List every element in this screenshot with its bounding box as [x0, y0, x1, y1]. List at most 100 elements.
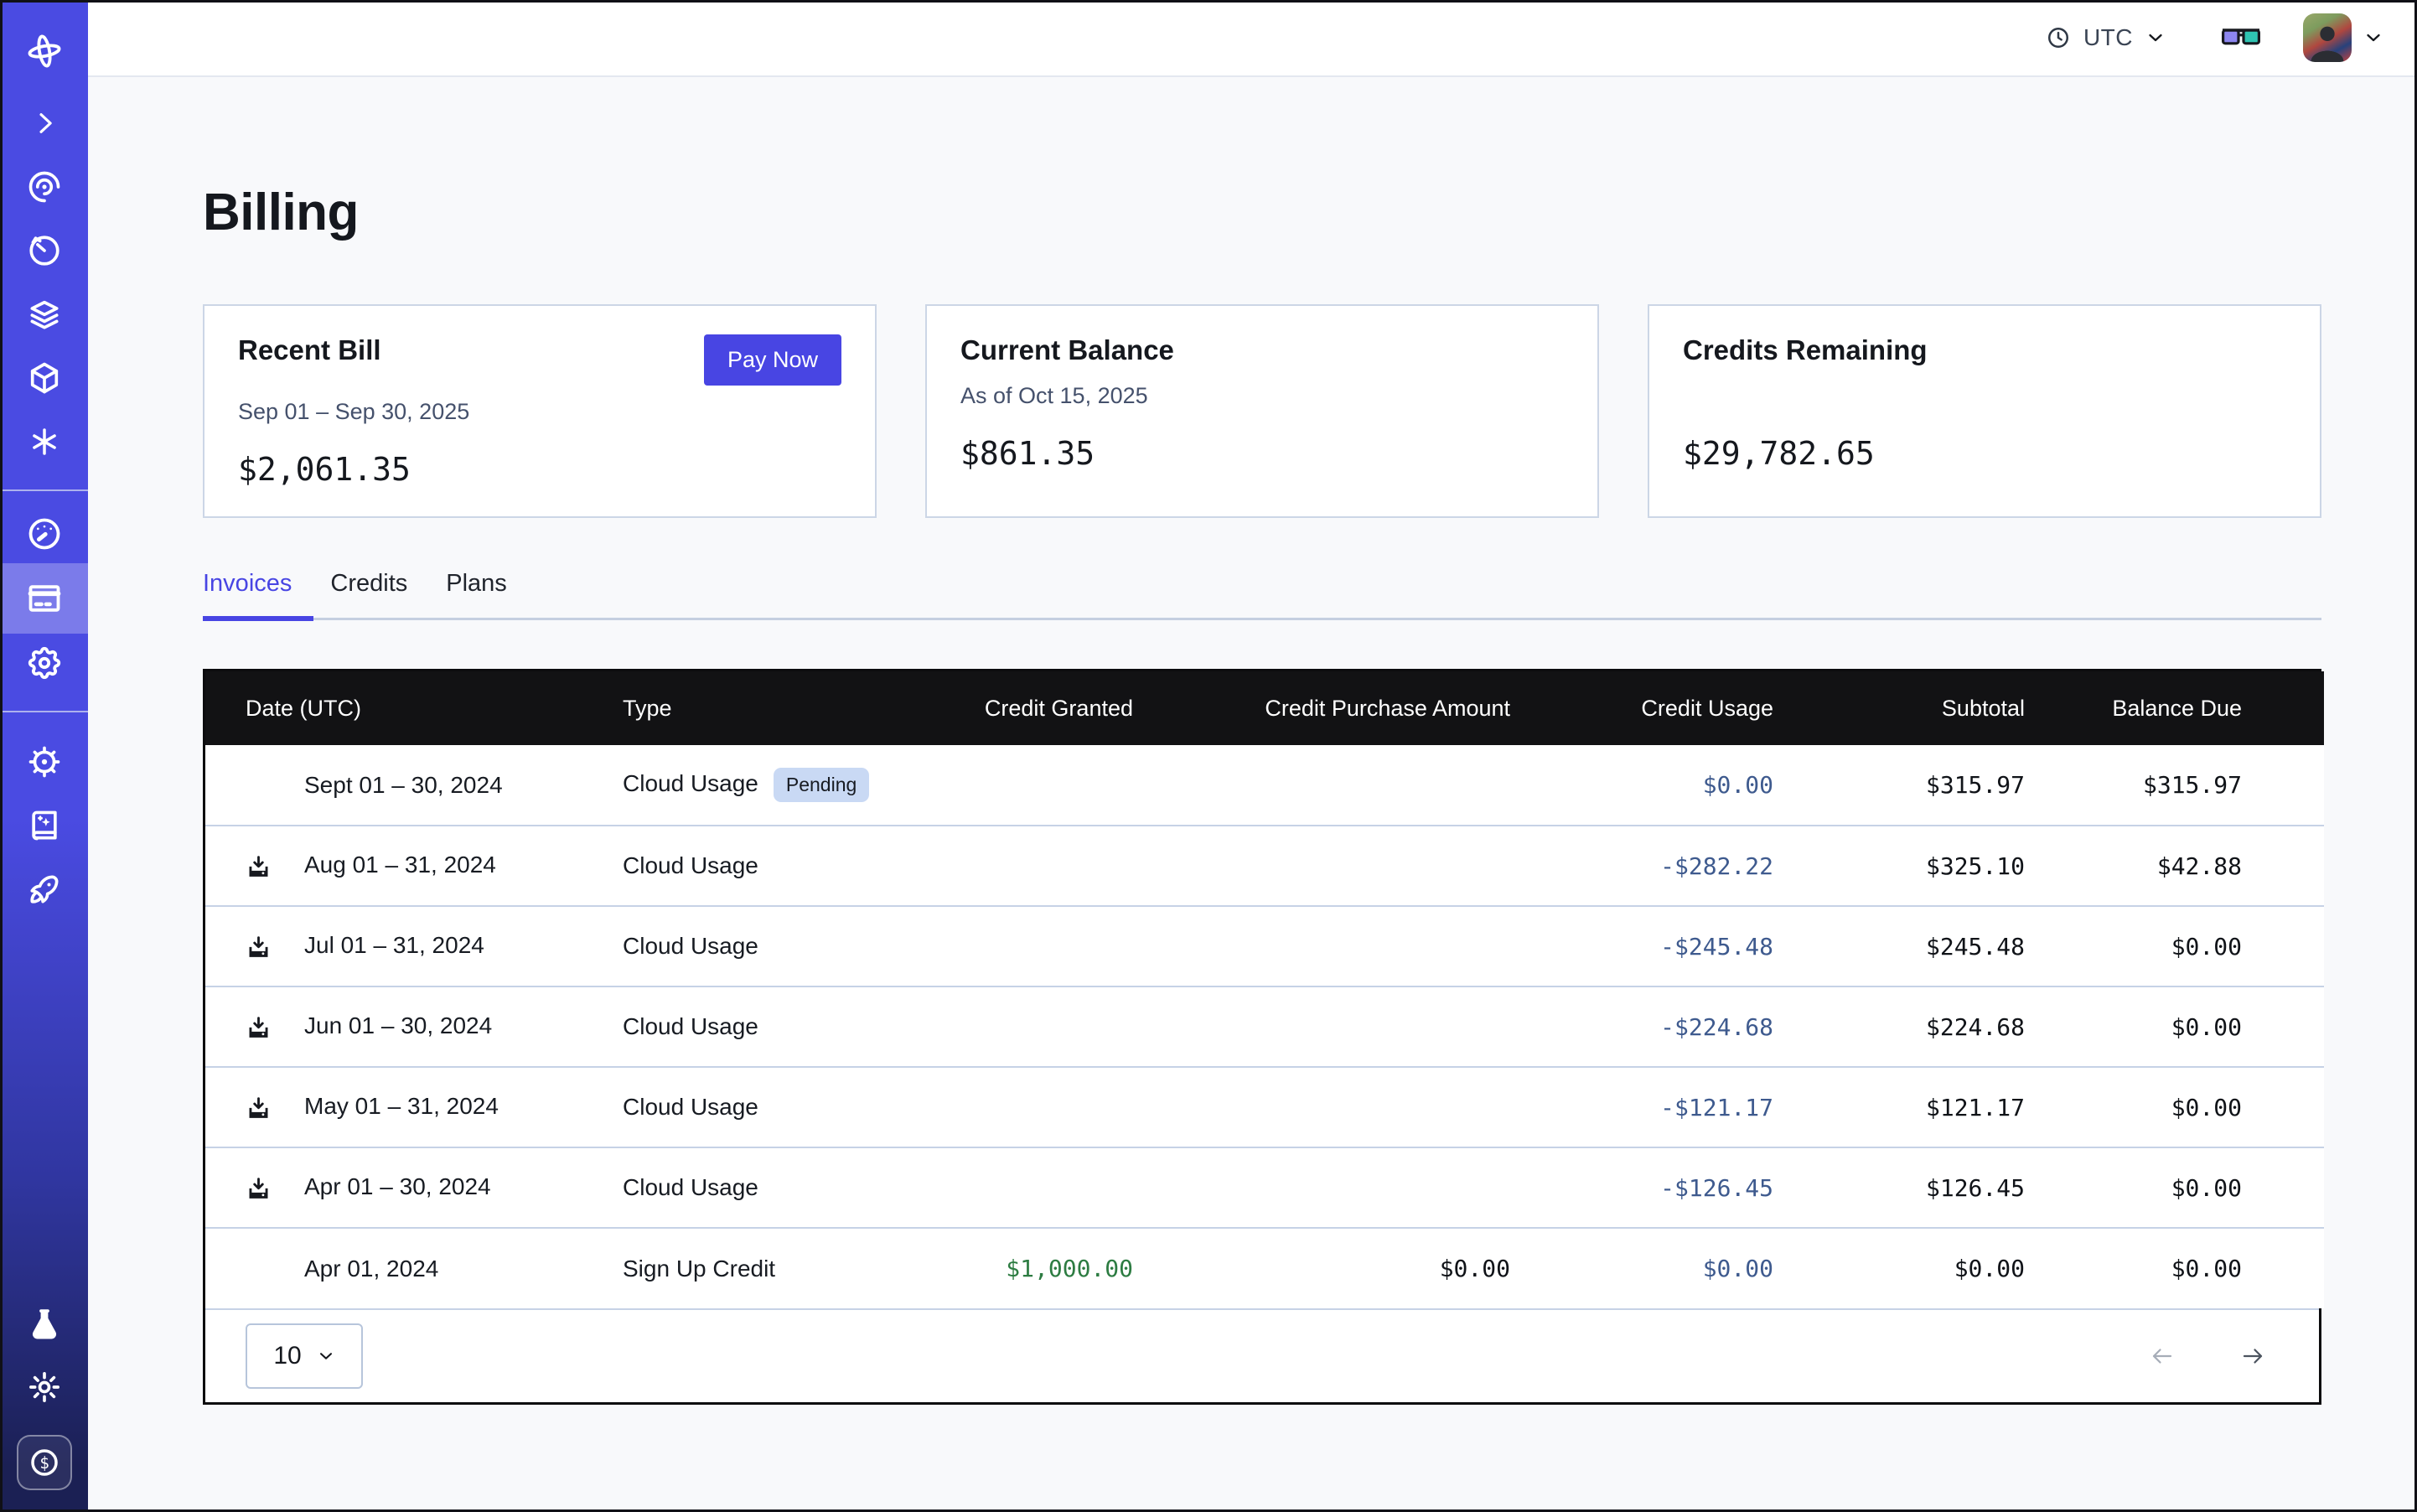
credit-usage-value: $0.00: [1510, 1228, 1773, 1308]
download-invoice-button[interactable]: [246, 1094, 304, 1121]
col-credit-granted: Credit Granted: [934, 671, 1133, 745]
quickstart-rocket-icon[interactable]: [25, 870, 64, 909]
download-invoice-button[interactable]: [246, 933, 304, 961]
page-size-select[interactable]: 10: [246, 1323, 363, 1389]
app-logo-icon[interactable]: [25, 32, 64, 70]
invoice-type-cell: Cloud Usage: [623, 906, 934, 986]
invoice-period: Apr 01 – 30, 2024: [304, 1173, 491, 1199]
invoice-type-cell: Cloud Usage: [623, 826, 934, 906]
billing-page: Billing Recent Bill Pay Now Sep 01 – Sep…: [88, 77, 2417, 1512]
subtotal-value: $121.17: [1773, 1067, 2025, 1147]
balance-due-value: $0.00: [2025, 986, 2324, 1067]
pay-now-button[interactable]: Pay Now: [704, 334, 841, 386]
subtotal-value: $224.68: [1773, 986, 2025, 1067]
credit-usage-value: -$245.48: [1510, 906, 1773, 986]
card-title: Recent Bill: [238, 334, 381, 366]
balance-due-value: $0.00: [2025, 1147, 2324, 1228]
tab-credits[interactable]: Credits: [330, 570, 407, 618]
invoice-period-cell: Apr 01 – 30, 2024: [205, 1147, 623, 1228]
user-avatar[interactable]: [2303, 13, 2352, 62]
tab-invoices[interactable]: Invoices: [203, 570, 292, 618]
table-header-row: Date (UTC) Type Credit Granted Credit Pu…: [205, 671, 2324, 745]
credit-usage-value: -$224.68: [1510, 986, 1773, 1067]
download-invoice-button[interactable]: [246, 1174, 304, 1202]
current-balance-amount: $861.35: [960, 435, 1564, 472]
download-invoice-icon[interactable]: [246, 935, 272, 961]
timezone-dropdown[interactable]: UTC: [2046, 24, 2166, 51]
chevron-down-icon: [2145, 28, 2166, 48]
recent-bill-amount: $2,061.35: [238, 451, 841, 488]
balance-due-value: $0.00: [2025, 1067, 2324, 1147]
credit-purchase-value: $0.00: [1133, 1228, 1510, 1308]
account-menu-chevron-icon[interactable]: [2363, 28, 2383, 48]
invoice-period: Aug 01 – 31, 2024: [304, 852, 496, 878]
support-helm-icon[interactable]: [25, 743, 64, 781]
invoice-type-cell: Cloud Usage: [623, 986, 934, 1067]
credit-usage-value: -$282.22: [1510, 826, 1773, 906]
3d-glasses-icon[interactable]: [2221, 25, 2261, 50]
invoice-type: Cloud Usage: [623, 1094, 758, 1120]
invoice-period-cell: Jun 01 – 30, 2024: [205, 986, 623, 1067]
svg-text:$: $: [39, 1453, 49, 1473]
cube-icon[interactable]: [25, 359, 64, 397]
download-invoice-icon[interactable]: [246, 1176, 272, 1202]
download-invoice-button[interactable]: [246, 1013, 304, 1041]
billing-period: Sep 01 – Sep 30, 2025: [238, 399, 841, 427]
table-row: Sept 01 – 30, 2024Cloud UsagePending$0.0…: [205, 745, 2324, 826]
col-balance-due: Balance Due: [2025, 671, 2324, 745]
download-invoice-icon[interactable]: [246, 1015, 272, 1041]
credit-purchase-value: [1133, 826, 1510, 906]
invoices-table: Date (UTC) Type Credit Granted Credit Pu…: [203, 669, 2321, 1405]
rewards-badge-dollar-icon[interactable]: $: [17, 1435, 72, 1490]
tab-plans[interactable]: Plans: [446, 570, 507, 618]
table-row: Apr 01 – 30, 2024Cloud Usage-$126.45$126…: [205, 1147, 2324, 1228]
invoice-period-cell: May 01 – 31, 2024: [205, 1067, 623, 1147]
credit-granted-value: [934, 1147, 1133, 1228]
layers-icon[interactable]: [25, 295, 64, 334]
sidebar-item-billing[interactable]: [0, 563, 88, 634]
invoice-type: Cloud Usage: [623, 770, 758, 796]
subtotal-value: $325.10: [1773, 826, 2025, 906]
invoice-type-cell: Sign Up Credit: [623, 1228, 934, 1308]
invoice-period-cell: Aug 01 – 31, 2024: [205, 826, 623, 906]
credits-remaining-amount: $29,782.65: [1683, 435, 2286, 472]
sidebar-expand-chevron-icon[interactable]: [25, 104, 64, 142]
asterisk-icon[interactable]: [25, 422, 64, 461]
active-tab-indicator: [203, 616, 313, 621]
settings-gear-icon[interactable]: [25, 644, 64, 682]
sidebar-divider: [0, 489, 88, 491]
invoice-type: Cloud Usage: [623, 852, 758, 878]
current-balance-card: Current Balance As of Oct 15, 2025 $861.…: [925, 304, 1599, 518]
table-row: Jul 01 – 31, 2024Cloud Usage-$245.48$245…: [205, 906, 2324, 986]
theme-sun-icon[interactable]: [25, 1368, 64, 1406]
credit-granted-value: [934, 745, 1133, 826]
col-subtotal: Subtotal: [1773, 671, 2025, 745]
invoice-period: Jun 01 – 30, 2024: [304, 1012, 492, 1038]
credit-granted-value: [934, 1067, 1133, 1147]
observe-spiral-icon[interactable]: [25, 168, 64, 206]
docs-book-icon[interactable]: [25, 806, 64, 845]
history-timer-icon[interactable]: [25, 231, 64, 270]
chevron-down-icon: [317, 1347, 335, 1365]
balance-due-value: $42.88: [2025, 826, 2324, 906]
download-invoice-icon[interactable]: [246, 1095, 272, 1121]
sidebar-divider: [0, 711, 88, 712]
status-badge: Pending: [774, 768, 869, 802]
credit-granted-value: $1,000.00: [934, 1228, 1133, 1308]
credit-purchase-value: [1133, 745, 1510, 826]
usage-gauge-icon[interactable]: [25, 515, 64, 553]
invoice-type-cell: Cloud Usage Pending: [623, 745, 934, 826]
invoice-type: Cloud Usage: [623, 1174, 758, 1200]
credit-purchase-value: [1133, 1147, 1510, 1228]
prev-page-arrow[interactable]: [2145, 1344, 2180, 1369]
billing-tabs: Invoices Credits Plans: [203, 570, 2321, 620]
topbar: UTC: [88, 0, 2417, 77]
labs-flask-icon[interactable]: [25, 1306, 64, 1344]
table-pagination: 10: [205, 1308, 2319, 1402]
download-invoice-button[interactable]: [246, 852, 304, 880]
subtotal-value: $245.48: [1773, 906, 2025, 986]
download-invoice-icon[interactable]: [246, 854, 272, 880]
next-page-arrow[interactable]: [2235, 1344, 2270, 1369]
credit-purchase-value: [1133, 1067, 1510, 1147]
credit-purchase-value: [1133, 906, 1510, 986]
